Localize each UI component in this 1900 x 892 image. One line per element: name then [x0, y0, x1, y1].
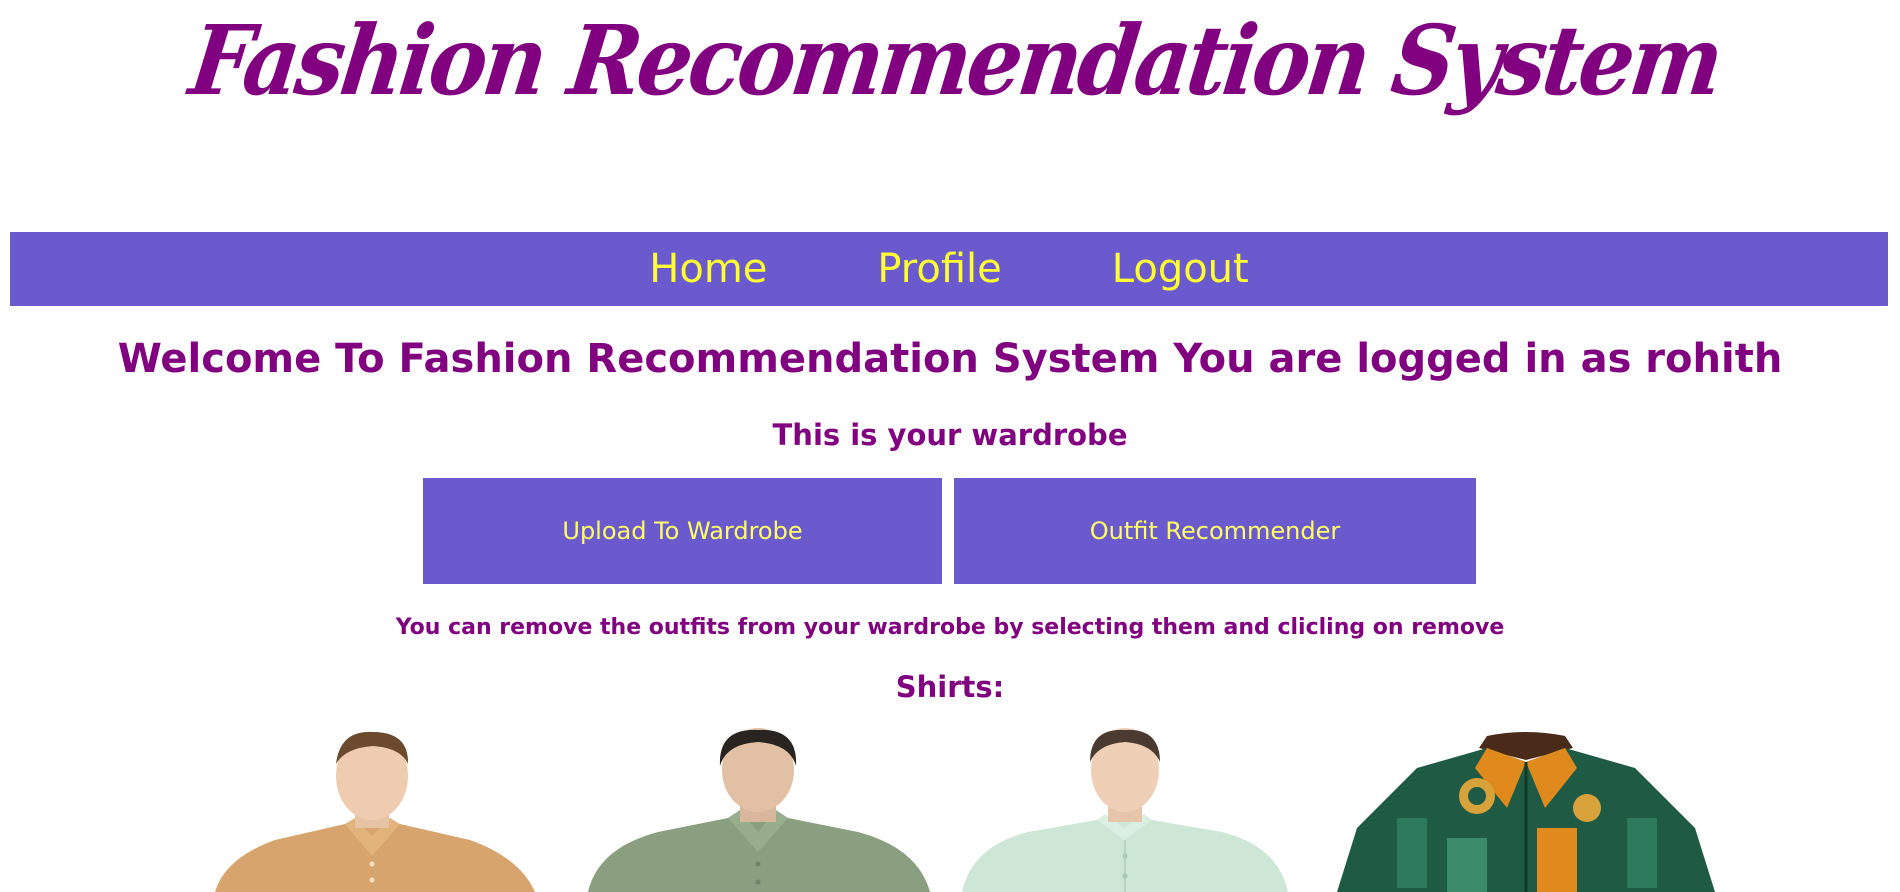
- shirt-item-4[interactable]: [1337, 728, 1715, 892]
- outfit-recommender-button[interactable]: Outfit Recommender: [954, 478, 1476, 584]
- nav-home-link[interactable]: Home: [649, 246, 767, 292]
- upload-to-wardrobe-button[interactable]: Upload To Wardrobe: [423, 478, 942, 584]
- site-logo: Fashion Recommendation System: [0, 0, 1900, 200]
- shirt-item-2[interactable]: [588, 728, 930, 892]
- shirt-item-1[interactable]: [205, 728, 540, 892]
- welcome-heading: Welcome To Fashion Recommendation System…: [117, 336, 1783, 382]
- shirt-photo-pattern-icon: [1337, 728, 1715, 892]
- shirt-photo-olive-icon: [588, 728, 930, 892]
- nav-bar: Home Profile Logout: [10, 232, 1888, 306]
- shirts-heading: Shirts:: [895, 670, 1005, 704]
- wardrobe-heading: This is your wardrobe: [772, 418, 1128, 452]
- nav-profile-link[interactable]: Profile: [877, 246, 1001, 292]
- shirt-photo-tan-icon: [205, 728, 540, 892]
- shirt-photo-mint-icon: [962, 728, 1288, 892]
- logo-text: Fashion Recommendation System: [184, 4, 1727, 117]
- shirt-item-3[interactable]: [962, 728, 1288, 892]
- remove-hint-text: You can remove the outfits from your war…: [395, 615, 1505, 640]
- nav-logout-link[interactable]: Logout: [1112, 246, 1249, 292]
